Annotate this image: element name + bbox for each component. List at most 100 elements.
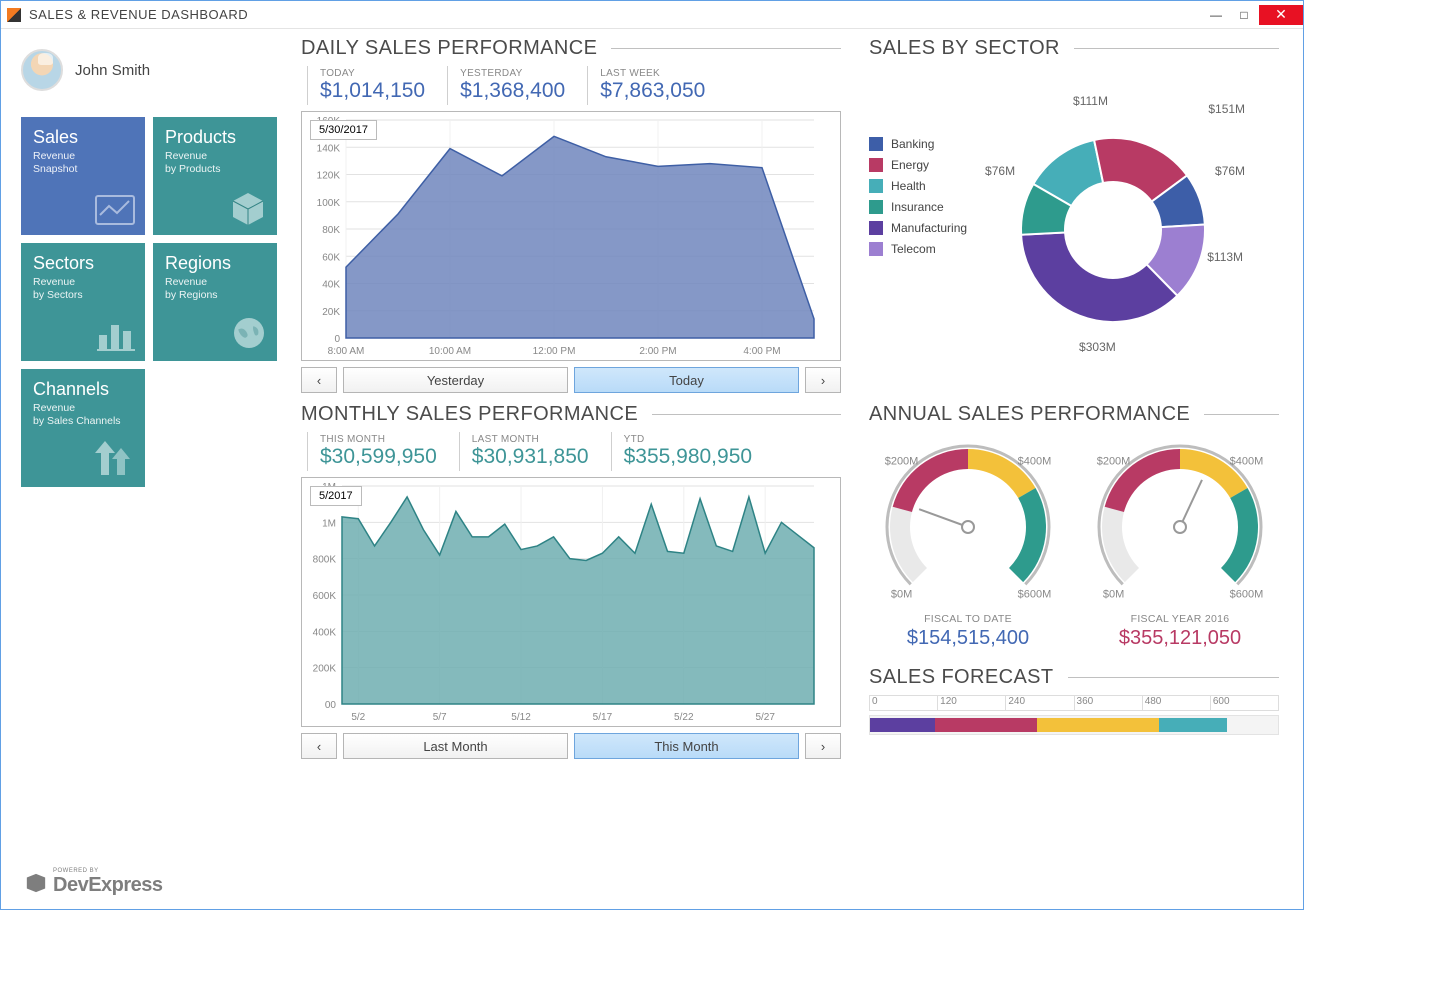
- tile-sub: Revenueby Regions: [165, 276, 265, 301]
- svg-text:$0M: $0M: [1103, 588, 1124, 600]
- window-title: SALES & REVENUE DASHBOARD: [29, 7, 248, 22]
- chart-date-badge: 5/30/2017: [310, 120, 377, 140]
- forecast-bullet: [869, 715, 1279, 735]
- stat-label: YTD: [624, 434, 752, 445]
- panel-title: MONTHLY SALES PERFORMANCE: [301, 403, 638, 426]
- close-button[interactable]: ✕: [1259, 5, 1303, 25]
- stat-value: $1,368,400: [460, 79, 565, 103]
- tile-sub: RevenueSnapshot: [33, 150, 133, 175]
- daily-chart: 5/30/2017 020K40K60K80K100K120K140K160K8…: [301, 111, 841, 361]
- tile-title: Products: [165, 127, 265, 148]
- svg-text:$0M: $0M: [891, 588, 912, 600]
- box-icon: [229, 191, 267, 225]
- user-name: John Smith: [75, 62, 150, 79]
- tile-title: Regions: [165, 253, 265, 274]
- svg-text:10:00 AM: 10:00 AM: [429, 346, 471, 357]
- donut-label: $303M: [1079, 340, 1116, 354]
- stat-label: LAST MONTH: [472, 434, 589, 445]
- bar-chart-icon: [97, 319, 135, 351]
- line-chart-icon: [95, 195, 135, 225]
- legend-item: Banking: [869, 137, 967, 151]
- avatar: [21, 49, 63, 91]
- stat-value: $355,980,950: [624, 445, 752, 469]
- svg-text:80K: 80K: [322, 225, 340, 236]
- svg-text:5/17: 5/17: [593, 712, 613, 723]
- svg-text:0: 0: [334, 334, 340, 345]
- svg-text:5/22: 5/22: [674, 712, 694, 723]
- svg-text:200K: 200K: [313, 664, 337, 675]
- gauge-fiscal-to-date: $0M$200M$400M$600M FISCAL TO DATE $154,5…: [873, 432, 1063, 650]
- sector-donut: $111M $151M $76M $113M $303M $76M: [983, 100, 1243, 360]
- donut-label: $76M: [985, 164, 1015, 178]
- svg-text:2:00 PM: 2:00 PM: [639, 346, 676, 357]
- sector-legend: Banking Energy Health Insurance Manufact…: [869, 130, 967, 360]
- minimize-button[interactable]: —: [1203, 5, 1229, 25]
- donut-label: $113M: [1207, 250, 1243, 264]
- range-last-month-button[interactable]: Last Month: [343, 733, 568, 759]
- sidebar: John Smith Sales RevenueSnapshot Product…: [1, 29, 301, 909]
- legend-item: Manufacturing: [869, 221, 967, 235]
- donut-label: $151M: [1208, 102, 1245, 116]
- legend-item: Insurance: [869, 200, 967, 214]
- tile-sub: Revenueby Sectors: [33, 276, 133, 301]
- app-logo-icon: [7, 8, 21, 22]
- panel-sectors: SALES BY SECTOR Banking Energy Health In…: [869, 37, 1279, 393]
- tile-regions[interactable]: Regions Revenueby Regions: [153, 243, 277, 361]
- svg-text:$400M: $400M: [1230, 456, 1264, 468]
- range-yesterday-button[interactable]: Yesterday: [343, 367, 568, 393]
- svg-text:400K: 400K: [313, 627, 337, 638]
- svg-text:12:00 PM: 12:00 PM: [533, 346, 576, 357]
- svg-text:40K: 40K: [322, 280, 340, 291]
- tile-products[interactable]: Products Revenueby Products: [153, 117, 277, 235]
- stat-value: $1,014,150: [320, 79, 425, 103]
- tile-sub: Revenueby Sales Channels: [33, 402, 133, 427]
- globe-icon: [231, 315, 267, 351]
- gauge-caption: FISCAL YEAR 2016: [1085, 613, 1275, 625]
- svg-text:20K: 20K: [322, 307, 340, 318]
- panel-title: DAILY SALES PERFORMANCE: [301, 37, 597, 60]
- stat-label: YESTERDAY: [460, 68, 565, 79]
- panel-title: SALES FORECAST: [869, 666, 1054, 689]
- range-this-month-button[interactable]: This Month: [574, 733, 799, 759]
- stat-value: $30,931,850: [472, 445, 589, 469]
- stat-label: THIS MONTH: [320, 434, 437, 445]
- maximize-button[interactable]: □: [1231, 5, 1257, 25]
- panel-monthly: MONTHLY SALES PERFORMANCE THIS MONTH $30,…: [301, 403, 841, 759]
- current-user[interactable]: John Smith: [21, 49, 281, 91]
- forecast-scale: 0120240 360480600: [869, 695, 1279, 711]
- tile-channels[interactable]: Channels Revenueby Sales Channels: [21, 369, 145, 487]
- range-today-button[interactable]: Today: [574, 367, 799, 393]
- svg-text:5/12: 5/12: [511, 712, 531, 723]
- stat-label: LAST WEEK: [600, 68, 705, 79]
- nav-tiles: Sales RevenueSnapshot Products Revenueby…: [21, 117, 281, 487]
- panel-title: ANNUAL SALES PERFORMANCE: [869, 403, 1190, 426]
- svg-text:00: 00: [325, 700, 337, 711]
- svg-text:120K: 120K: [317, 171, 341, 182]
- svg-text:1M: 1M: [322, 518, 336, 529]
- tile-title: Channels: [33, 379, 133, 400]
- tile-sectors[interactable]: Sectors Revenueby Sectors: [21, 243, 145, 361]
- arrows-up-icon: [95, 441, 135, 477]
- svg-text:4:00 PM: 4:00 PM: [743, 346, 780, 357]
- svg-text:8:00 AM: 8:00 AM: [328, 346, 365, 357]
- brand-name: DevExpress: [53, 874, 163, 897]
- monthly-chart: 5/2017 00200K400K600K800K1M1M5/25/75/125…: [301, 477, 841, 727]
- svg-text:5/27: 5/27: [755, 712, 775, 723]
- tile-sales[interactable]: Sales RevenueSnapshot: [21, 117, 145, 235]
- next-button[interactable]: ›: [805, 367, 841, 393]
- legend-item: Energy: [869, 158, 967, 172]
- panel-title: SALES BY SECTOR: [869, 37, 1060, 60]
- svg-text:5/7: 5/7: [433, 712, 447, 723]
- stat-value: $7,863,050: [600, 79, 705, 103]
- panel-annual: ANNUAL SALES PERFORMANCE $0M$200M$400M$6…: [869, 403, 1279, 759]
- gauge-caption: FISCAL TO DATE: [873, 613, 1063, 625]
- devexpress-brand: POWERED BY DevExpress: [25, 868, 163, 897]
- svg-text:600K: 600K: [313, 591, 337, 602]
- next-button[interactable]: ›: [805, 733, 841, 759]
- svg-text:$200M: $200M: [885, 456, 919, 468]
- prev-button[interactable]: ‹: [301, 367, 337, 393]
- prev-button[interactable]: ‹: [301, 733, 337, 759]
- svg-text:$400M: $400M: [1018, 456, 1052, 468]
- gauge-value: $154,515,400: [873, 627, 1063, 650]
- chart-date-badge: 5/2017: [310, 486, 362, 506]
